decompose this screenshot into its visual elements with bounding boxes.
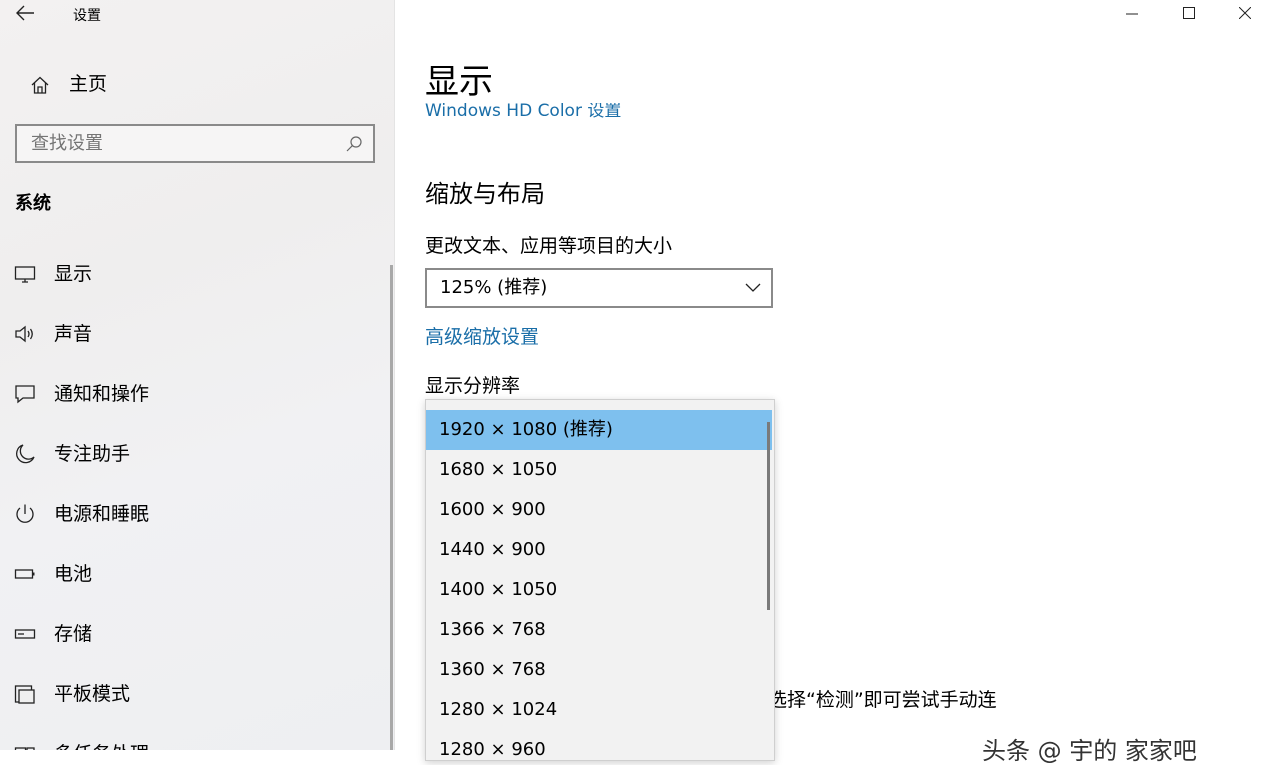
resolution-option-label: 1680 × 1050 xyxy=(439,459,558,480)
resolution-option[interactable]: 1600 × 900 xyxy=(426,490,772,530)
home-nav-item[interactable]: 主页 xyxy=(14,70,394,98)
sidebar-item-battery[interactable]: 电池 xyxy=(0,552,390,596)
resolution-option-label: 1280 × 1024 xyxy=(439,699,558,720)
minimize-button[interactable] xyxy=(1109,0,1155,28)
close-button[interactable] xyxy=(1222,0,1267,28)
search-input[interactable] xyxy=(31,126,331,161)
sidebar-item-label: 显示 xyxy=(54,263,93,285)
main-content: 显示 Windows HD Color 设置 缩放与布局 更改文本、应用等项目的… xyxy=(396,0,1267,764)
resolution-option[interactable]: 1280 × 960 xyxy=(426,730,772,760)
resolution-option-label: 1920 × 1080 (推荐) xyxy=(439,419,613,440)
scale-dropdown[interactable]: 125% (推荐) xyxy=(425,268,773,308)
sidebar-item-label: 多任务处理 xyxy=(54,732,149,750)
home-label: 主页 xyxy=(69,73,108,95)
scale-label: 更改文本、应用等项目的大小 xyxy=(425,235,673,257)
notification-icon xyxy=(15,385,35,404)
search-box[interactable] xyxy=(15,124,375,163)
sidebar-item-focus-assist[interactable]: 专注助手 xyxy=(0,432,390,476)
resolution-option[interactable]: 1680 × 1050 xyxy=(426,450,772,490)
section-heading: 系统 xyxy=(15,193,51,214)
resolution-option-label: 1366 × 768 xyxy=(439,619,546,640)
moon-icon xyxy=(16,444,35,464)
sidebar: 设置 主页 系统 显示 声音 通知和操作 xyxy=(0,0,395,750)
sidebar-item-display[interactable]: 显示 xyxy=(0,252,390,296)
close-icon xyxy=(1239,7,1251,19)
sidebar-scrollbar[interactable] xyxy=(390,265,393,750)
search-icon[interactable] xyxy=(345,135,363,153)
hd-color-link-label: Windows HD Color 设置 xyxy=(425,103,622,121)
sidebar-item-label: 电源和睡眠 xyxy=(54,503,150,525)
sidebar-item-label: 平板模式 xyxy=(54,683,131,705)
hd-color-settings-link[interactable]: Windows HD Color 设置 xyxy=(425,103,621,121)
sidebar-item-notifications[interactable]: 通知和操作 xyxy=(0,372,390,416)
sidebar-item-tablet-mode[interactable]: 平板模式 xyxy=(0,672,390,716)
resolution-dropdown-list[interactable]: 1920 × 1080 (推荐) 1680 × 1050 1600 × 900 … xyxy=(425,399,775,761)
sidebar-item-label: 通知和操作 xyxy=(54,383,150,405)
sidebar-item-label: 电池 xyxy=(54,563,93,585)
multitask-icon xyxy=(14,747,35,750)
resolution-option[interactable]: 1400 × 1050 xyxy=(426,570,772,610)
resolution-option[interactable]: 1360 × 768 xyxy=(426,650,772,690)
resolution-option-label: 1400 × 1050 xyxy=(439,579,558,600)
monitor-icon xyxy=(14,266,36,283)
tablet-mode-icon xyxy=(14,685,35,704)
sidebar-item-label: 存储 xyxy=(54,623,93,645)
home-icon xyxy=(31,76,49,94)
scale-layout-heading: 缩放与布局 xyxy=(425,180,545,208)
page-title: 显示 xyxy=(425,62,493,102)
battery-icon xyxy=(14,569,35,579)
detect-hint-text: 选择“检测”即可尝试手动连 xyxy=(768,689,997,711)
window-title: 设置 xyxy=(73,8,101,24)
resolution-option[interactable]: 1280 × 1024 xyxy=(426,690,772,730)
resolution-option[interactable]: 1920 × 1080 (推荐) xyxy=(426,410,772,450)
resolution-option[interactable]: 1440 × 900 xyxy=(426,530,772,570)
speaker-icon xyxy=(15,325,33,343)
storage-icon xyxy=(14,629,36,639)
maximize-button[interactable] xyxy=(1166,0,1212,28)
watermark: 头条 @ 宇的 家家吧 xyxy=(982,737,1197,765)
sidebar-item-label: 声音 xyxy=(54,323,93,345)
resolution-label: 显示分辨率 xyxy=(425,375,521,397)
power-icon xyxy=(16,504,34,523)
sidebar-item-label: 专注助手 xyxy=(54,443,131,465)
sidebar-item-storage[interactable]: 存储 xyxy=(0,612,390,656)
resolution-option[interactable]: 1366 × 768 xyxy=(426,610,772,650)
resolution-option-label: 1360 × 768 xyxy=(439,659,546,680)
chevron-down-icon xyxy=(745,283,761,292)
sidebar-item-sound[interactable]: 声音 xyxy=(0,312,390,356)
maximize-icon xyxy=(1183,7,1195,19)
resolution-option-label: 1440 × 900 xyxy=(439,539,546,560)
sidebar-item-power-sleep[interactable]: 电源和睡眠 xyxy=(0,492,390,536)
sidebar-item-multitasking[interactable]: 多任务处理 xyxy=(0,732,390,750)
minimize-icon xyxy=(1126,13,1138,15)
back-arrow-icon[interactable] xyxy=(14,4,36,22)
resolution-option-label: 1600 × 900 xyxy=(439,499,546,520)
resolution-option-label: 1280 × 960 xyxy=(439,739,546,760)
advanced-scaling-link[interactable]: 高级缩放设置 xyxy=(425,323,539,351)
dropdown-scrollbar[interactable] xyxy=(767,422,770,610)
scale-dropdown-value: 125% (推荐) xyxy=(440,277,548,298)
